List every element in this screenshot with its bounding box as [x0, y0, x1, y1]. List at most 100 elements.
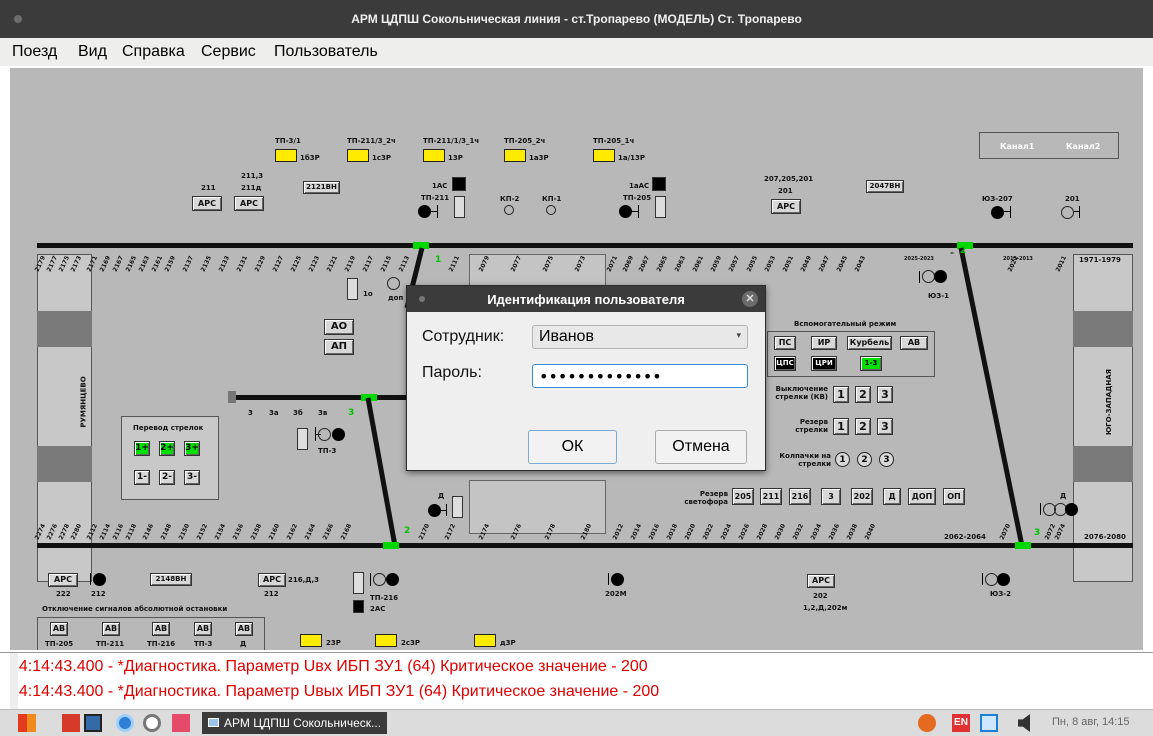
menu-view[interactable]: Вид	[78, 43, 107, 61]
abs-tp3-button[interactable]: АВ	[194, 622, 212, 636]
abs-stop-title: Отключение сигналов абсолютной остановки	[42, 605, 228, 613]
browser-icon[interactable]	[116, 714, 134, 732]
kv-2-button[interactable]: 2	[855, 386, 871, 403]
cap-3-button[interactable]: 3	[879, 452, 894, 467]
signal-yu2-lamp2	[997, 573, 1010, 586]
label-2062: 2062-2064	[944, 533, 986, 541]
label-222: 222	[56, 590, 71, 598]
log-scrollbar[interactable]	[10, 653, 18, 709]
route-indicator-d3r[interactable]	[474, 634, 496, 647]
files-icon[interactable]	[172, 714, 190, 732]
arc-202-button[interactable]: АРС	[807, 574, 835, 588]
switch-2-label-top: 2	[960, 246, 967, 256]
aux-1-3-button[interactable]: 1-3	[860, 356, 882, 371]
search-icon[interactable]	[143, 714, 161, 732]
kv-1-button[interactable]: 1	[833, 386, 849, 403]
label-d: Д	[438, 492, 445, 500]
window-titlebar[interactable]: АРМ ЦДПШ Сокольническая линия - ст.Тропа…	[0, 0, 1153, 38]
switch-1-minus-button[interactable]: 1-	[134, 470, 150, 485]
switch-3-minus-button[interactable]: 3-	[184, 470, 200, 485]
close-icon[interactable]: ✕	[742, 291, 758, 307]
rez-label: Резерв стрелки	[795, 418, 828, 434]
label-d-right: Д	[1060, 492, 1067, 500]
taskbar-app-button[interactable]: АРМ ЦДПШ Сокольническ...	[202, 712, 387, 734]
sv-dop-button[interactable]: ДОП	[908, 488, 936, 505]
route-indicator-23r[interactable]	[300, 634, 322, 647]
volume-icon[interactable]	[1018, 714, 1030, 732]
arc-222-button[interactable]: АРС	[48, 573, 78, 587]
employee-value: Иванов	[539, 328, 594, 345]
cap-1-button[interactable]: 1	[835, 452, 850, 467]
vn-2148-button[interactable]: 2148ВН	[150, 573, 192, 586]
route-indicator-2c3r[interactable]	[375, 634, 397, 647]
window-title: АРМ ЦДПШ Сокольническая линия - ст.Тропа…	[351, 12, 802, 26]
switch-2-minus-button[interactable]: 2-	[159, 470, 175, 485]
abs-d-label: Д	[240, 640, 247, 648]
menu-help[interactable]: Справка	[122, 43, 185, 61]
rez-2-button[interactable]: 2	[855, 418, 871, 435]
aux-cri-button[interactable]: ЦРИ	[811, 356, 837, 371]
track-segment-green-4	[383, 542, 399, 549]
network-icon[interactable]	[980, 714, 998, 732]
aux-mode-title: Вспомогательный режим	[794, 320, 897, 328]
menu-service[interactable]: Сервис	[201, 43, 256, 61]
abs-tp211-button[interactable]: АВ	[102, 622, 120, 636]
switch-1-plus-button[interactable]: 1+	[134, 441, 150, 456]
aux-ir-button[interactable]: ИР	[811, 336, 837, 350]
label-212: 212	[91, 590, 106, 598]
update-icon[interactable]	[918, 714, 936, 732]
sv-216-button[interactable]: 216	[789, 488, 811, 505]
signal-d-right-lamp3	[1065, 503, 1078, 516]
taskbar: АРМ ЦДПШ Сокольническ... EN Пн, 8 авг, 1…	[0, 709, 1153, 736]
label-yu1: ЮЗ-1	[928, 292, 949, 300]
sv-3-button[interactable]: 3	[821, 488, 841, 505]
aux-ps-button[interactable]: ПС	[774, 336, 796, 350]
abs-d-button[interactable]: АВ	[235, 622, 253, 636]
sv-205-button[interactable]: 205	[732, 488, 754, 505]
signal-d-lamp	[428, 504, 441, 517]
log-line: 14:14:43.400 - *Диагностика. Параметр Uв…	[10, 658, 648, 675]
start-menu-icon[interactable]	[18, 714, 36, 732]
keyboard-layout-indicator[interactable]: EN	[952, 714, 970, 732]
label-tp3: ТП-3	[318, 447, 337, 455]
sv-202-button[interactable]: 202	[851, 488, 873, 505]
aux-kurbel-button[interactable]: Курбель	[847, 336, 892, 350]
arc-212-button[interactable]: АРС	[258, 573, 286, 587]
event-log[interactable]: 14:14:43.400 - *Диагностика. Параметр Uв…	[0, 652, 1153, 709]
password-label: Пароль:	[422, 364, 482, 381]
menu-user[interactable]: Пользователь	[274, 43, 378, 61]
abs-tp216-button[interactable]: АВ	[152, 622, 170, 636]
signal-tp216-mast[interactable]	[353, 572, 364, 594]
switch-2-plus-button[interactable]: 2+	[159, 441, 175, 456]
aux-cps-button[interactable]: ЦПС	[774, 356, 796, 371]
terminal-icon[interactable]	[84, 714, 102, 732]
chevron-down-icon: ▾	[736, 330, 741, 340]
password-field[interactable]	[532, 364, 748, 388]
rez-1-button[interactable]: 1	[833, 418, 849, 435]
signal-d-mast[interactable]	[452, 496, 463, 518]
rez-3-button[interactable]: 3	[877, 418, 893, 435]
switch-3-plus-button[interactable]: 3+	[184, 441, 200, 456]
employee-select[interactable]: Иванов ▾	[532, 325, 748, 349]
kv-3-button[interactable]: 3	[877, 386, 893, 403]
signal-212-lamp	[93, 573, 106, 586]
app-launcher-icon[interactable]	[62, 714, 80, 732]
dialog-titlebar[interactable]: Идентификация пользователя ✕	[407, 286, 765, 312]
track-bottom[interactable]	[37, 543, 1133, 548]
abs-tp216-label: ТП-216	[147, 640, 176, 648]
kolp-label: Колпачки на стрелки	[779, 452, 831, 468]
sv-d-button[interactable]: Д	[883, 488, 901, 505]
taskbar-app-label: АРМ ЦДПШ Сокольническ...	[224, 716, 382, 730]
menu-train[interactable]: Поезд	[12, 43, 57, 61]
switch-3-label-right: 3	[1034, 528, 1041, 538]
clock[interactable]: Пн, 8 авг, 14:15	[1052, 716, 1130, 728]
sv-211-button[interactable]: 211	[760, 488, 782, 505]
abs-tp205-button[interactable]: АВ	[50, 622, 68, 636]
cap-2-button[interactable]: 2	[857, 452, 872, 467]
cancel-button[interactable]: Отмена	[655, 430, 747, 464]
ok-button[interactable]: ОК	[528, 430, 617, 464]
aux-av-button[interactable]: АВ	[900, 336, 928, 350]
signal-yu1-lamp2	[934, 270, 947, 283]
sv-op-button[interactable]: ОП	[943, 488, 965, 505]
signal-tp3-mast[interactable]	[297, 428, 308, 450]
